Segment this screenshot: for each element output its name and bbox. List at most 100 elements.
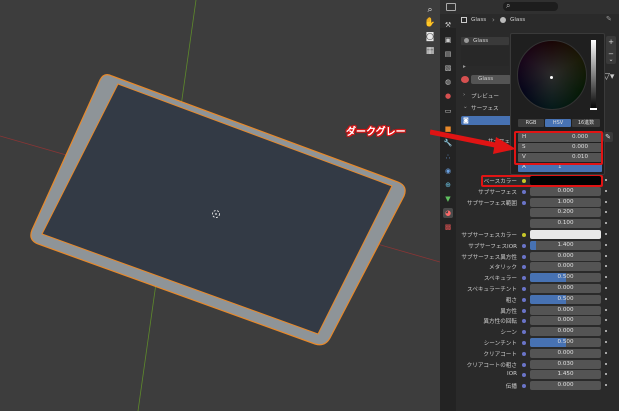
socket-icon[interactable]	[522, 190, 526, 194]
property-value-field[interactable]: 0.200	[530, 208, 601, 217]
socket-icon[interactable]	[522, 330, 526, 334]
property-value: 1.000	[557, 199, 574, 205]
editor-type-icon[interactable]	[446, 3, 456, 11]
socket-icon[interactable]	[522, 276, 526, 280]
tab-hex[interactable]: 16進数	[572, 119, 600, 127]
world-tab-icon[interactable]: ●	[443, 91, 453, 101]
3d-viewport[interactable]: ⌕ ✋ ◙ ▦	[0, 0, 440, 411]
keyframe-dot-icon[interactable]	[605, 352, 607, 354]
annotation-label: ダークグレー	[346, 127, 406, 138]
keyframe-dot-icon[interactable]	[605, 233, 607, 235]
property-value-field[interactable]: 1.450	[530, 370, 601, 379]
property-value-field[interactable]: 0.500	[530, 273, 601, 282]
output-tab-icon[interactable]: ▤	[443, 49, 453, 59]
breadcrumb-object[interactable]: Glass	[471, 17, 486, 23]
socket-icon[interactable]	[522, 244, 526, 248]
material-slot-list[interactable]	[461, 46, 509, 66]
socket-icon[interactable]	[522, 384, 526, 388]
material-tab-icon[interactable]: ◕	[443, 208, 453, 218]
socket-icon[interactable]	[522, 319, 526, 323]
value-slider[interactable]	[591, 40, 596, 110]
keyframe-dot-icon[interactable]	[605, 363, 607, 365]
keyframe-dot-icon[interactable]	[605, 179, 607, 181]
property-value-field[interactable]: 0.030	[530, 360, 601, 369]
camera-icon[interactable]: ◙	[424, 31, 436, 43]
section-preview[interactable]: プレビュー	[471, 92, 499, 100]
breadcrumb-material[interactable]: Glass	[510, 17, 525, 23]
keyframe-dot-icon[interactable]	[605, 276, 607, 278]
keyframe-dot-icon[interactable]	[605, 201, 607, 203]
property-label: 伝播	[505, 384, 517, 390]
color-wheel-cursor[interactable]	[550, 76, 553, 79]
socket-icon[interactable]	[522, 287, 526, 291]
keyframe-dot-icon[interactable]	[605, 265, 607, 267]
socket-icon[interactable]	[522, 265, 526, 269]
property-value-field[interactable]: 0.000	[530, 349, 601, 358]
collection-tab-icon[interactable]: ▭	[443, 106, 453, 116]
property-value-field[interactable]: 0.000	[530, 187, 601, 196]
socket-icon[interactable]	[522, 352, 526, 356]
render-tab-icon[interactable]: ▣	[443, 35, 453, 45]
keyframe-dot-icon[interactable]	[605, 190, 607, 192]
socket-icon[interactable]	[522, 255, 526, 259]
property-value-field[interactable]: 1.000	[530, 198, 601, 207]
property-label: シーンチント	[483, 341, 517, 347]
socket-icon[interactable]	[522, 201, 526, 205]
preview-chevron-icon: ›	[463, 92, 466, 98]
color-wheel[interactable]	[517, 40, 587, 110]
tab-hsv[interactable]: HSV	[545, 119, 571, 127]
section-surface[interactable]: サーフェス	[471, 104, 499, 112]
slot-menu-arrow-icon[interactable]: ▸	[463, 64, 466, 70]
property-label: メタリック	[489, 265, 517, 271]
property-value-field[interactable]: 0.500	[530, 338, 601, 347]
property-value-field[interactable]: 0.000	[530, 252, 601, 261]
property-value-field[interactable]: 0.100	[530, 219, 601, 228]
socket-icon[interactable]	[522, 233, 526, 237]
search-input[interactable]	[503, 2, 558, 11]
color-swatch-field[interactable]	[530, 176, 601, 185]
keyframe-dot-icon[interactable]	[605, 330, 607, 332]
grid-icon[interactable]: ▦	[424, 45, 436, 57]
keyframe-dot-icon[interactable]	[605, 244, 607, 246]
physics-tab-icon[interactable]: ◉	[443, 166, 453, 176]
property-value: 0.200	[557, 209, 574, 215]
socket-icon[interactable]	[522, 298, 526, 302]
property-value-field[interactable]: 0.500	[530, 295, 601, 304]
view-layer-tab-icon[interactable]: ▧	[443, 63, 453, 73]
socket-icon[interactable]	[522, 179, 526, 183]
property-value-field[interactable]: 0.000	[530, 262, 601, 271]
slot-specials-icon[interactable]: ⌄	[606, 55, 616, 64]
keyframe-dot-icon[interactable]	[605, 222, 607, 224]
keyframe-dot-icon[interactable]	[605, 319, 607, 321]
socket-icon[interactable]	[522, 309, 526, 313]
keyframe-dot-icon[interactable]	[605, 255, 607, 257]
hand-icon[interactable]: ✋	[424, 17, 436, 29]
property-value-field[interactable]: 0.000	[530, 316, 601, 325]
keyframe-dot-icon[interactable]	[605, 341, 607, 343]
property-value-field[interactable]: 0.000	[530, 306, 601, 315]
keyframe-dot-icon[interactable]	[605, 373, 607, 375]
property-value-field[interactable]: 1.400	[530, 241, 601, 250]
socket-icon[interactable]	[522, 363, 526, 367]
magnifier-icon[interactable]: ⌕	[424, 4, 436, 16]
keyframe-dot-icon[interactable]	[605, 384, 607, 386]
property-value-field[interactable]: 0.000	[530, 327, 601, 336]
scene-tab-icon[interactable]: ◍	[443, 77, 453, 87]
pin-icon[interactable]: ✎	[606, 15, 612, 23]
property-value: 0.030	[557, 361, 574, 367]
eyedropper-icon[interactable]: ✎	[603, 132, 613, 142]
keyframe-dot-icon[interactable]	[605, 211, 607, 213]
socket-icon[interactable]	[522, 373, 526, 377]
annotation-arrow	[430, 129, 516, 154]
value-slider-handle[interactable]	[590, 108, 597, 110]
socket-icon[interactable]	[522, 341, 526, 345]
keyframe-dot-icon[interactable]	[605, 287, 607, 289]
tool-tab-icon[interactable]: ⚒	[443, 20, 453, 30]
tab-rgb[interactable]: RGB	[518, 119, 544, 127]
material-browse-icon[interactable]	[461, 76, 469, 83]
property-value-field[interactable]: 0.000	[530, 381, 601, 390]
keyframe-dot-icon[interactable]	[605, 309, 607, 311]
property-value-field[interactable]: 0.000	[530, 284, 601, 293]
keyframe-dot-icon[interactable]	[605, 298, 607, 300]
color-swatch-field[interactable]	[530, 230, 601, 239]
